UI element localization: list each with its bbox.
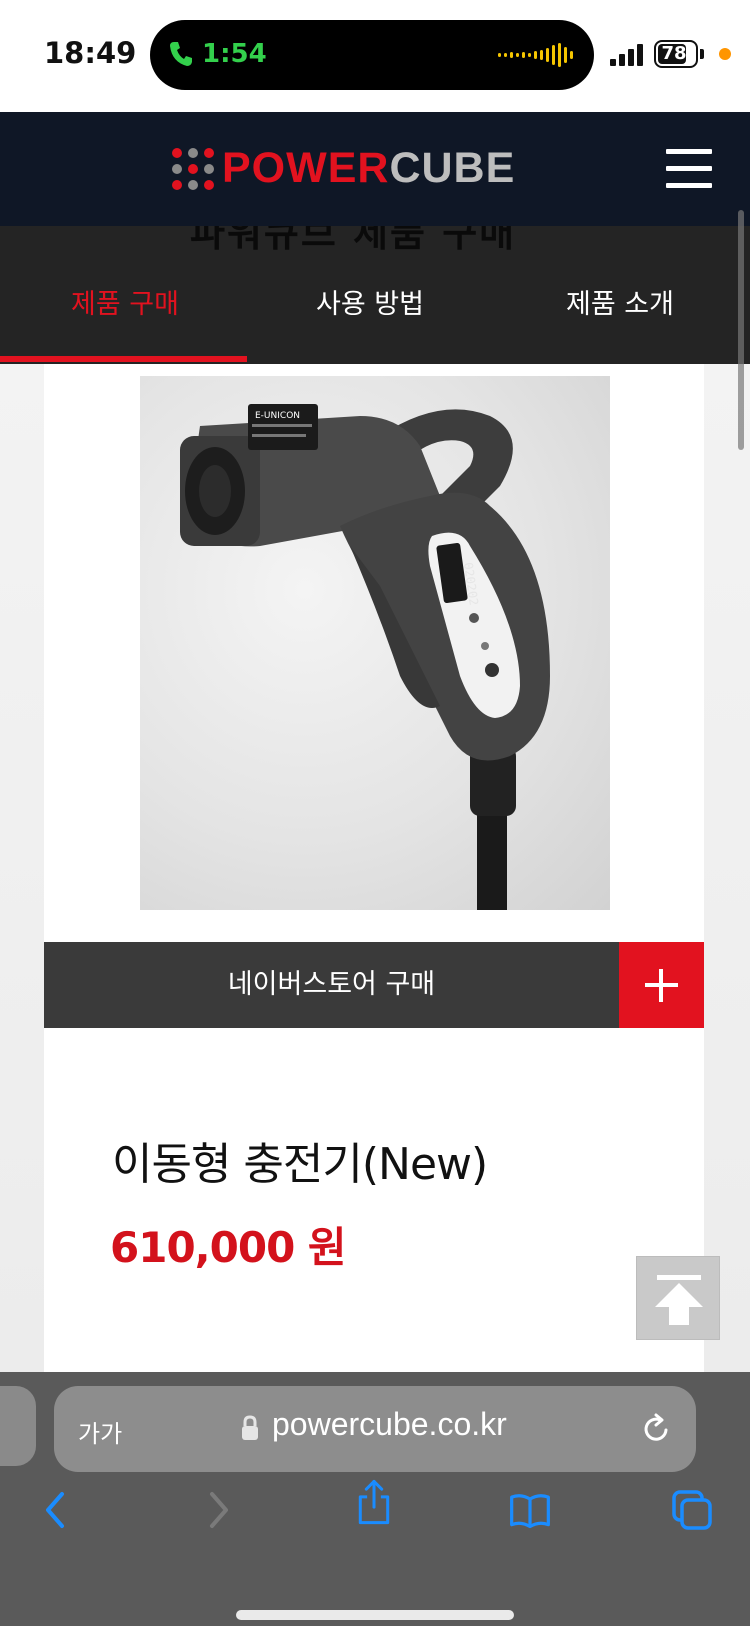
tab-product-intro[interactable]: 제품 소개: [495, 282, 745, 321]
forward-icon[interactable]: [196, 1486, 240, 1534]
naver-store-buy-button[interactable]: 네이버스토어 구매: [44, 942, 704, 1028]
tab-how-to-use[interactable]: 사용 방법: [245, 282, 495, 321]
cellular-signal-icon: [610, 44, 643, 66]
plus-icon[interactable]: [619, 942, 704, 1028]
scroll-to-top-button[interactable]: [636, 1256, 720, 1340]
site-header: POWERCUBE: [0, 112, 750, 226]
mic-in-use-indicator: [719, 48, 731, 60]
hamburger-line: [666, 149, 712, 154]
bookmarks-icon[interactable]: [508, 1486, 552, 1534]
battery-tip: [700, 49, 704, 59]
page-heading-peek: 파워큐브 제품 구매: [190, 226, 517, 255]
call-timer: 1:54: [202, 39, 267, 69]
charger-brand-label: E-UNICON: [255, 411, 300, 421]
reload-icon[interactable]: [640, 1412, 672, 1446]
buy-button-label: 네이버스토어 구매: [227, 969, 436, 1000]
hamburger-icon[interactable]: [666, 149, 712, 189]
active-tab-indicator: [0, 356, 247, 362]
logo-power-text: POWER: [222, 144, 390, 192]
hamburger-line: [666, 166, 712, 171]
charger-illustration: E-UNICON 020202: [180, 404, 550, 910]
text-size-button[interactable]: 가가: [78, 1414, 122, 1449]
audio-waveform-icon: [498, 43, 573, 67]
tab-bar: 파워큐브 제품 구매 제품 구매 사용 방법 제품 소개: [0, 226, 750, 364]
status-time: 18:49: [44, 36, 137, 70]
phone-call-icon: [170, 42, 192, 66]
tabs-icon[interactable]: [670, 1486, 714, 1534]
brand-logo[interactable]: POWERCUBE: [222, 140, 515, 196]
portable-ev-charger-image[interactable]: E-UNICON 020202: [140, 376, 610, 910]
arrow-up-to-top-icon: [655, 1275, 703, 1325]
tab-product-purchase[interactable]: 제품 구매: [0, 282, 250, 321]
address-bar[interactable]: 가가 powercube.co.kr: [54, 1386, 696, 1472]
battery-level: 78: [661, 43, 687, 64]
hamburger-line: [666, 183, 712, 188]
lock-icon: [242, 1415, 258, 1440]
dot-grid-logo-icon[interactable]: [170, 146, 216, 192]
product-price: 610,000 원: [110, 1223, 347, 1272]
browser-toolbar: 가가 powercube.co.kr: [0, 1372, 750, 1626]
back-icon[interactable]: [34, 1486, 78, 1534]
logo-cube-text: CUBE: [389, 144, 516, 192]
product-title: 이동형 충전기(New): [112, 1139, 488, 1190]
battery-icon: 78: [654, 40, 698, 68]
previous-tab-peek[interactable]: [0, 1386, 36, 1466]
page-scroll-indicator[interactable]: [738, 210, 744, 450]
home-indicator[interactable]: [236, 1610, 514, 1620]
url-text[interactable]: powercube.co.kr: [272, 1406, 507, 1443]
status-bar: 18:49 1:54 78: [0, 0, 750, 112]
dynamic-island[interactable]: 1:54: [150, 20, 594, 90]
share-icon[interactable]: [352, 1478, 396, 1526]
